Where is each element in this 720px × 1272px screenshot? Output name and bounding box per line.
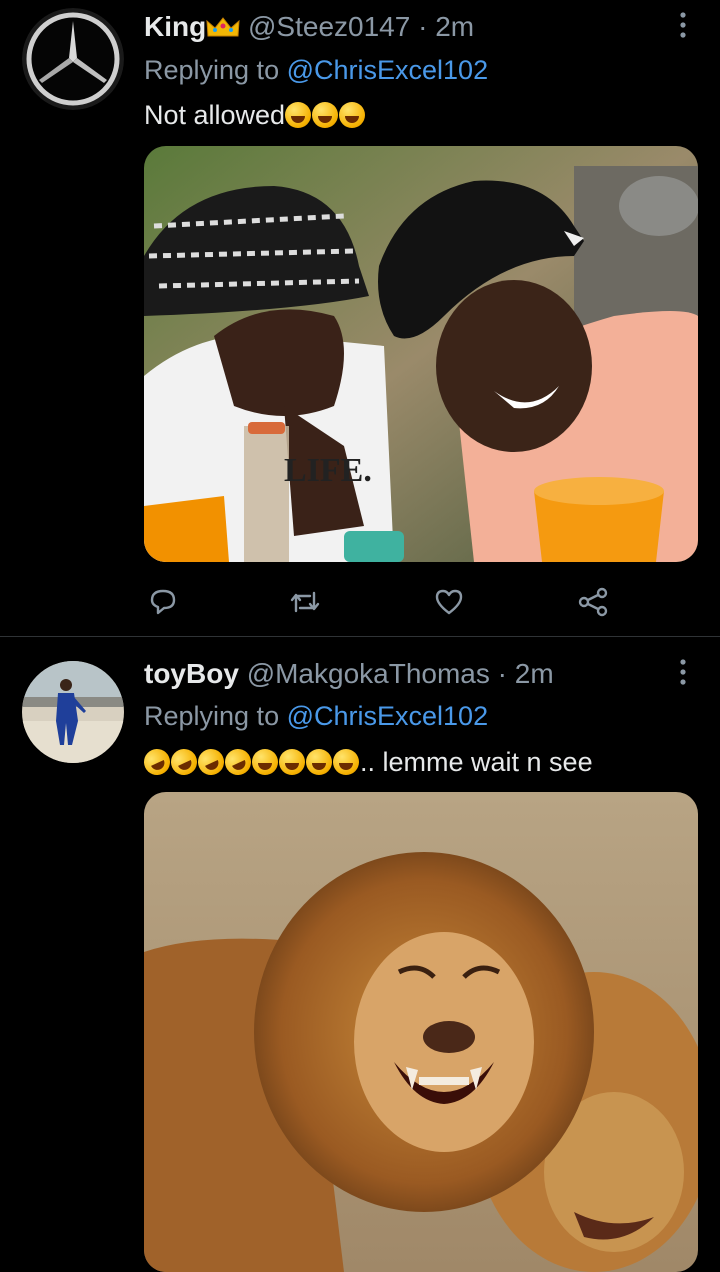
rolling-laughing-face-icon (166, 744, 202, 780)
like-icon[interactable] (432, 585, 466, 619)
tweet-card[interactable]: King @Steez0147 · 2m Replying to @ChrisE… (0, 0, 720, 636)
shirt-print-text: LIFE. (284, 452, 372, 489)
mention-link[interactable]: @ChrisExcel102 (287, 701, 489, 731)
timestamp[interactable]: 2m (435, 11, 474, 42)
photo-two-men-laughing-icon: LIFE. (144, 146, 698, 562)
tweet-card[interactable]: toyBoy @MakgokaThomas · 2m Replying to @… (0, 637, 720, 1272)
separator: · (497, 658, 507, 689)
action-bar (146, 585, 616, 619)
retweet-icon[interactable] (288, 585, 322, 619)
tweet-image[interactable]: LIFE. (144, 146, 698, 562)
tweet-header: toyBoy @MakgokaThomas · 2m (144, 657, 554, 691)
display-name[interactable]: King (144, 11, 206, 42)
tweet-header: King @Steez0147 · 2m (144, 10, 474, 44)
handle[interactable]: @Steez0147 (248, 11, 410, 42)
avatar[interactable] (22, 661, 124, 763)
tweet-text: Not allowed (144, 98, 366, 132)
grinning-squinting-face-icon (252, 749, 278, 775)
grinning-squinting-face-icon (279, 749, 305, 775)
rolling-laughing-face-icon (193, 744, 229, 780)
man-in-blue-suit-avatar-icon (22, 661, 124, 763)
replying-to-label: Replying to (144, 55, 280, 85)
mercedes-logo-icon (22, 8, 124, 110)
share-icon[interactable] (576, 585, 610, 619)
separator: · (418, 11, 428, 42)
grinning-sweat-face-icon (339, 102, 366, 128)
tweet-text-body: .. lemme wait n see (360, 747, 593, 777)
photo-laughing-lions-icon (144, 792, 698, 1272)
grinning-squinting-face-icon (306, 749, 332, 775)
crown-icon (206, 17, 240, 37)
avatar[interactable] (22, 8, 124, 110)
replying-to-line: Replying to @ChrisExcel102 (144, 699, 488, 733)
tweet-text-body: Not allowed (144, 100, 286, 130)
rolling-laughing-face-icon (220, 744, 256, 780)
mention-link[interactable]: @ChrisExcel102 (287, 55, 489, 85)
display-name[interactable]: toyBoy (144, 658, 239, 689)
grinning-squinting-face-icon (333, 749, 359, 775)
handle[interactable]: @MakgokaThomas (247, 658, 490, 689)
reply-icon[interactable] (146, 585, 180, 619)
grinning-squinting-face-icon (285, 102, 312, 128)
replying-to-line: Replying to @ChrisExcel102 (144, 53, 488, 87)
more-options-icon[interactable] (668, 10, 698, 40)
tweet-image[interactable] (144, 792, 698, 1272)
timestamp[interactable]: 2m (515, 658, 554, 689)
rolling-laughing-face-icon (139, 744, 175, 780)
more-options-icon[interactable] (668, 657, 698, 687)
tweet-text: .. lemme wait n see (139, 744, 593, 780)
grinning-squinting-face-icon (312, 102, 339, 128)
replying-to-label: Replying to (144, 701, 280, 731)
